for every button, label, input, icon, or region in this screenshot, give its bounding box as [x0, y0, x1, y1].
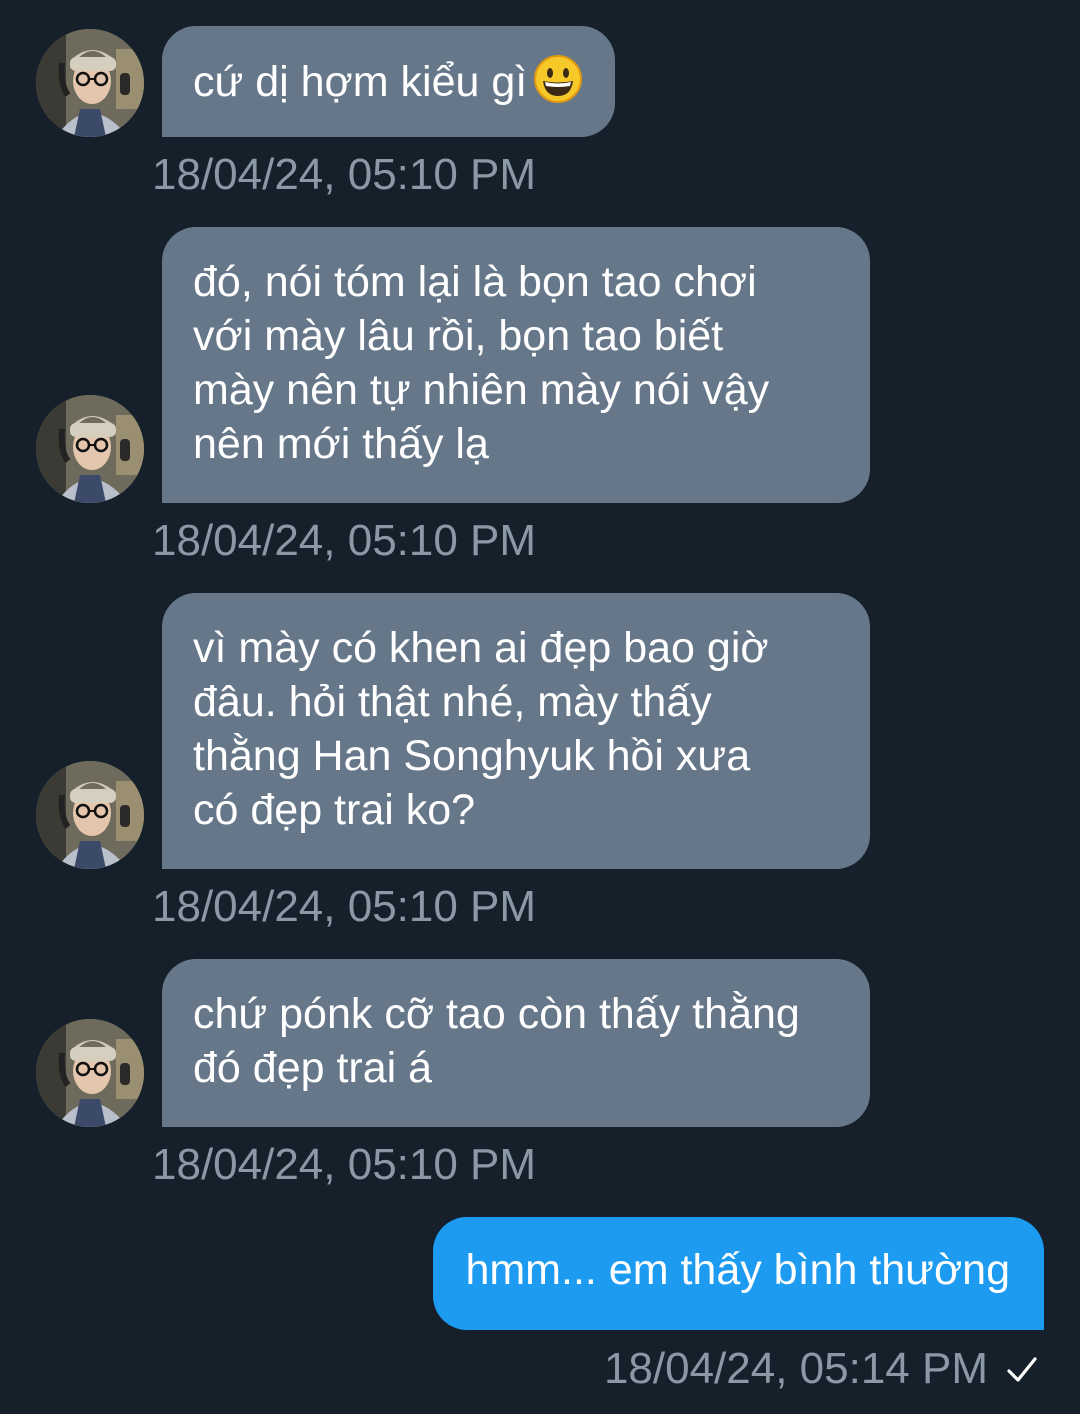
message-text: đó, nói tóm lại là bọn tao chơi với mày …	[193, 258, 770, 468]
message-timestamp: 18/04/24, 05:10 PM	[152, 1140, 537, 1189]
message-bubble[interactable]: cứ dị hợm kiểu gì	[162, 26, 616, 137]
sender-avatar[interactable]	[36, 761, 144, 869]
message-bubble[interactable]: chứ pónk cỡ tao còn thấy thằng đó đẹp tr…	[162, 959, 870, 1127]
message-timestamp: 18/04/24, 05:10 PM	[152, 516, 537, 565]
message-thread: cứ dị hợm kiểu gì 18/04/24, 05:10 PM đó,…	[0, 0, 1080, 1414]
message-text: cứ dị hợm kiểu gì	[193, 58, 528, 106]
message-timestamp: 18/04/24, 05:10 PM	[152, 150, 537, 199]
message-bubble[interactable]: vì mày có khen ai đẹp bao giờ đâu. hỏi t…	[162, 593, 870, 869]
message-timestamp: 18/04/24, 05:10 PM	[152, 882, 537, 931]
message-text: hmm... em thấy bình thường	[465, 1246, 1010, 1294]
grinning-face-emoji	[534, 55, 583, 103]
check-icon	[1007, 1357, 1037, 1382]
sender-avatar[interactable]	[36, 395, 144, 503]
message-text: chứ pónk cỡ tao còn thấy thằng đó đẹp tr…	[193, 990, 800, 1092]
sent-message-bubble[interactable]: hmm... em thấy bình thường	[433, 1217, 1044, 1330]
sender-avatar[interactable]	[36, 1019, 144, 1127]
sent-message-timestamp: 18/04/24, 05:14 PM	[603, 1344, 988, 1393]
message-bubble[interactable]: đó, nói tóm lại là bọn tao chơi với mày …	[162, 227, 870, 503]
sender-avatar[interactable]	[36, 29, 144, 137]
message-text: vì mày có khen ai đẹp bao giờ đâu. hỏi t…	[193, 624, 769, 834]
